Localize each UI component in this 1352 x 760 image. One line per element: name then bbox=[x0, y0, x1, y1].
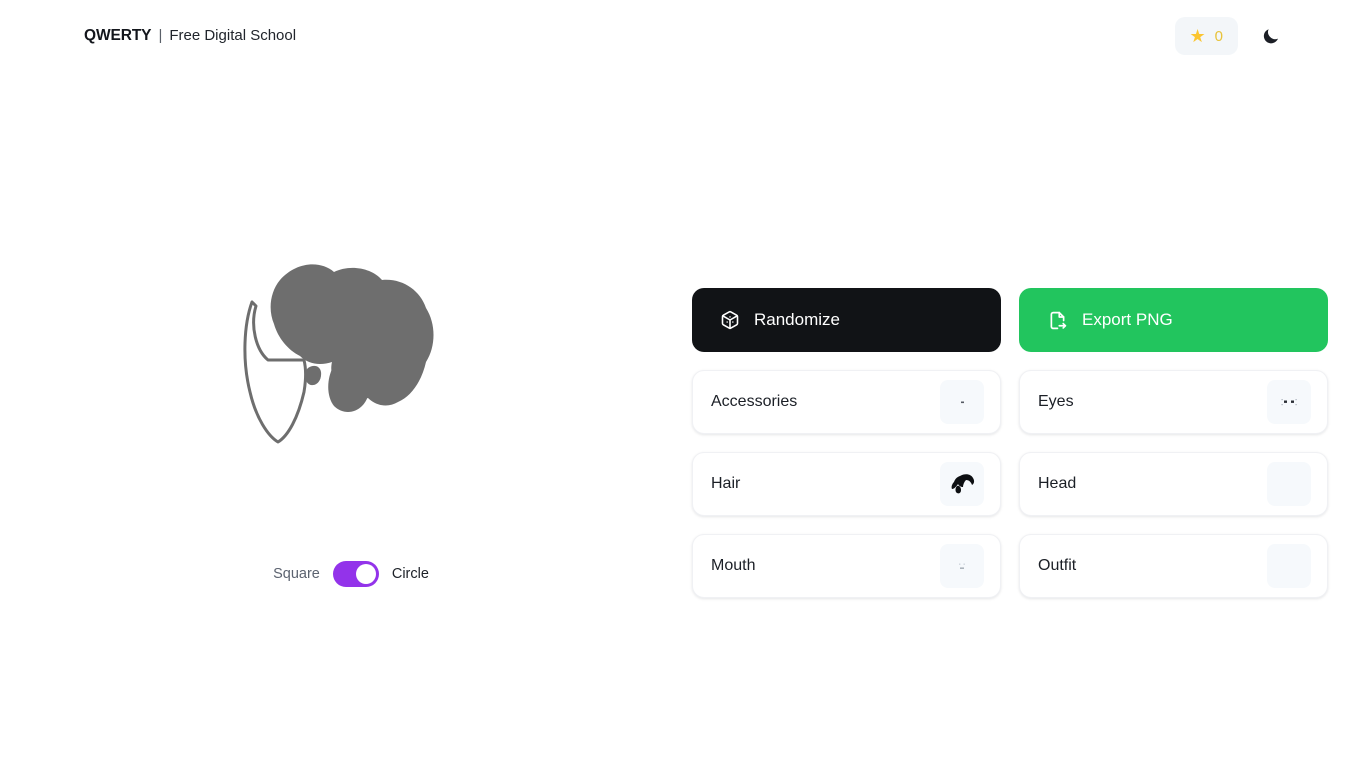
head-thumb-icon bbox=[1267, 462, 1311, 506]
header-actions: ★ 0 bbox=[1174, 17, 1288, 55]
feature-card-hair[interactable]: Hair bbox=[692, 452, 1001, 516]
feature-label: Head bbox=[1038, 475, 1077, 492]
file-export-icon bbox=[1047, 310, 1068, 331]
shape-toggle-switch[interactable] bbox=[332, 561, 379, 587]
controls-panel: Randomize Export PNG Accessories Eyes Ha… bbox=[692, 288, 1328, 598]
feature-card-head[interactable]: Head bbox=[1019, 452, 1328, 516]
export-png-button-label: Export PNG bbox=[1082, 310, 1173, 329]
mouth-thumb-icon bbox=[940, 544, 984, 588]
randomize-button-label: Randomize bbox=[754, 310, 840, 329]
feature-label: Accessories bbox=[711, 393, 798, 410]
feature-card-outfit[interactable]: Outfit bbox=[1019, 534, 1328, 598]
shape-label-circle[interactable]: Circle bbox=[392, 566, 429, 582]
app-header: QWERTY | Free Digital School ★ 0 bbox=[0, 0, 1352, 72]
feature-card-eyes[interactable]: Eyes bbox=[1019, 370, 1328, 434]
feature-card-mouth[interactable]: Mouth bbox=[692, 534, 1001, 598]
toggle-knob bbox=[355, 564, 376, 584]
star-badge[interactable]: ★ 0 bbox=[1174, 17, 1238, 55]
outfit-thumb-icon bbox=[1267, 544, 1311, 588]
moon-icon bbox=[1261, 26, 1281, 46]
star-icon: ★ bbox=[1189, 26, 1206, 46]
brand-name: QWERTY bbox=[84, 27, 152, 44]
avatar-pane: Square Circle bbox=[0, 72, 692, 760]
randomize-button[interactable]: Randomize bbox=[692, 288, 1001, 352]
feature-label: Mouth bbox=[711, 557, 756, 574]
feature-label: Outfit bbox=[1038, 557, 1077, 574]
hair-thumb-icon bbox=[940, 462, 984, 506]
brand-divider: | bbox=[158, 27, 163, 44]
feature-label: Eyes bbox=[1038, 393, 1074, 410]
star-count: 0 bbox=[1214, 27, 1223, 45]
export-png-button[interactable]: Export PNG bbox=[1019, 288, 1328, 352]
feature-label: Hair bbox=[711, 475, 741, 492]
dice-icon bbox=[720, 310, 740, 330]
shape-label-square[interactable]: Square bbox=[273, 566, 320, 582]
feature-card-accessories[interactable]: Accessories bbox=[692, 370, 1001, 434]
dark-mode-toggle[interactable] bbox=[1254, 19, 1288, 53]
brand-tagline: Free Digital School bbox=[169, 27, 297, 44]
shape-toggle-row: Square Circle bbox=[273, 561, 429, 587]
accessories-thumb-icon bbox=[940, 380, 984, 424]
eyes-thumb-icon bbox=[1267, 380, 1311, 424]
brand-logo: QWERTY | Free Digital School bbox=[84, 27, 296, 45]
avatar-preview[interactable] bbox=[196, 205, 496, 505]
